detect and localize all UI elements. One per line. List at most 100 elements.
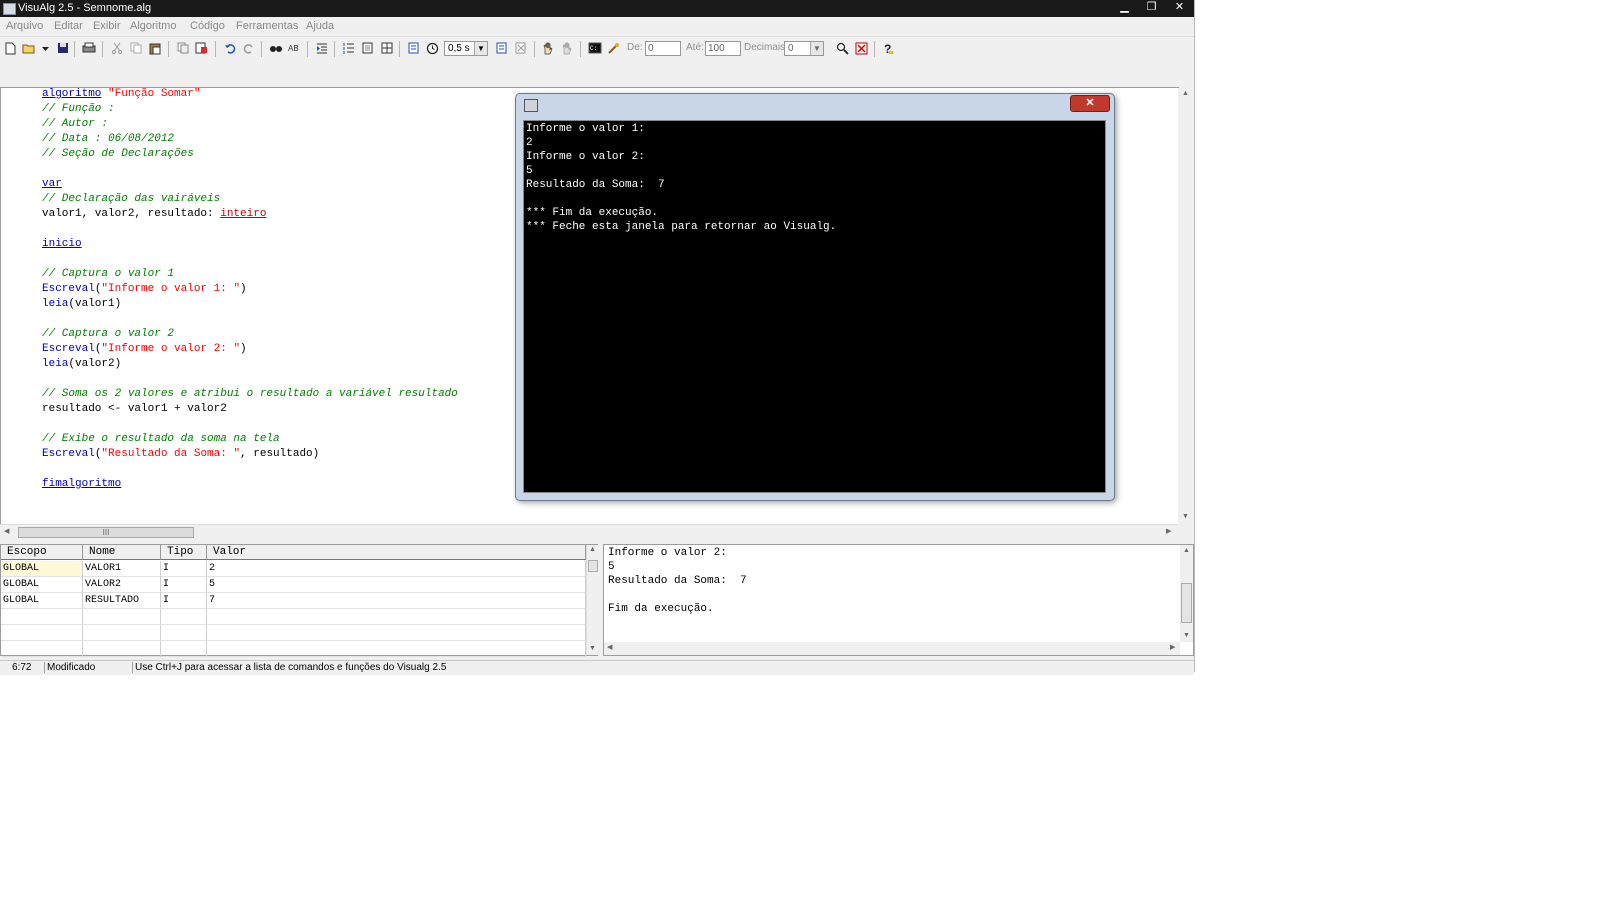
column-header-escopo[interactable]: Escopo: [1, 545, 83, 560]
grid-view-icon[interactable]: [378, 40, 395, 57]
timer-icon[interactable]: [424, 40, 441, 57]
numbered-list-icon[interactable]: [340, 40, 357, 57]
code-line[interactable]: leia(valor2): [42, 358, 121, 370]
close-button[interactable]: ✕: [1165, 0, 1194, 15]
code-line[interactable]: Escreval("Informe o valor 2: "): [42, 343, 247, 355]
open-dropdown-arrow[interactable]: [40, 40, 50, 57]
save-icon[interactable]: [54, 40, 71, 57]
menu-editar[interactable]: Editar: [54, 20, 83, 32]
scroll-up-icon[interactable]: ▲: [1183, 547, 1190, 554]
column-header-tipo[interactable]: Tipo: [161, 545, 207, 560]
code-line[interactable]: // Soma os 2 valores e atribui o resulta…: [42, 388, 458, 400]
cell-tipo[interactable]: [161, 641, 207, 657]
run-step-icon[interactable]: [405, 40, 422, 57]
code-line[interactable]: // Captura o valor 2: [42, 328, 174, 340]
error-icon[interactable]: [853, 40, 870, 57]
de-input[interactable]: 0: [645, 41, 681, 56]
console-window-icon[interactable]: C:: [586, 40, 603, 57]
cell-escopo[interactable]: GLOBAL: [1, 577, 83, 593]
stop-hand-icon[interactable]: [540, 40, 557, 57]
ate-input[interactable]: 100: [705, 41, 741, 56]
code-line[interactable]: // Data : 06/08/2012: [42, 133, 174, 145]
menu-exibir[interactable]: Exibir: [93, 20, 121, 32]
redo-icon[interactable]: [240, 40, 257, 57]
cell-tipo[interactable]: I: [161, 561, 207, 577]
search-help-icon[interactable]: [834, 40, 851, 57]
cell-valor[interactable]: [207, 641, 586, 657]
editor-scroll-thumb[interactable]: III: [18, 527, 194, 538]
cell-tipo[interactable]: I: [161, 577, 207, 593]
cell-nome[interactable]: [83, 625, 161, 641]
cell-valor[interactable]: [207, 625, 586, 641]
minimize-button[interactable]: ▁: [1111, 0, 1138, 15]
cell-nome[interactable]: VALOR2: [83, 577, 161, 593]
code-line[interactable]: // Declaração das vairáveis: [42, 193, 220, 205]
editor-vertical-scrollbar[interactable]: ▲ ▼: [1178, 88, 1194, 524]
cell-nome[interactable]: [83, 609, 161, 625]
scroll-left-icon[interactable]: ◀: [607, 643, 612, 651]
paste-icon[interactable]: [146, 40, 163, 57]
code-line[interactable]: inicio: [42, 238, 82, 250]
code-line[interactable]: fimalgoritmo: [42, 478, 121, 490]
code-line[interactable]: Escreval("Resultado da Soma: ", resultad…: [42, 448, 319, 460]
breakpoint-icon[interactable]: [494, 40, 511, 57]
code-line[interactable]: valor1, valor2, resultado: inteiro: [42, 208, 266, 220]
scroll-down-icon[interactable]: ▼: [589, 645, 596, 652]
code-line[interactable]: // Exibe o resultado da soma na tela: [42, 433, 280, 445]
pause-hand-icon[interactable]: [559, 40, 576, 57]
undo-icon[interactable]: [221, 40, 238, 57]
code-line[interactable]: var: [42, 178, 62, 190]
output-vertical-scrollbar[interactable]: ▲ ▼: [1180, 545, 1193, 642]
code-line[interactable]: resultado <- valor1 + valor2: [42, 403, 227, 415]
cell-escopo[interactable]: [1, 625, 83, 641]
console-output[interactable]: [523, 120, 1106, 493]
column-header-nome[interactable]: Nome: [83, 545, 161, 560]
open-folder-icon[interactable]: [20, 40, 37, 57]
scroll-thumb[interactable]: [1181, 583, 1192, 623]
replace-icon[interactable]: AB: [286, 40, 303, 57]
cell-escopo[interactable]: GLOBAL: [1, 593, 83, 609]
menu-ajuda[interactable]: Ajuda: [306, 20, 334, 32]
decimais-select[interactable]: 0 ▼: [784, 41, 824, 56]
maximize-button[interactable]: ❐: [1138, 0, 1165, 15]
column-header-valor[interactable]: Valor: [207, 545, 586, 560]
document-view-icon[interactable]: [359, 40, 376, 57]
new-file-icon[interactable]: [2, 40, 19, 57]
cell-nome[interactable]: [83, 641, 161, 657]
variables-scrollbar[interactable]: ▲ ▼: [586, 545, 599, 655]
speed-select[interactable]: 0,5 s ▼: [444, 41, 488, 56]
output-horizontal-scrollbar[interactable]: ◀ ▶: [604, 642, 1180, 655]
find-binoculars-icon[interactable]: [267, 40, 284, 57]
cell-valor[interactable]: [207, 609, 586, 625]
cell-tipo[interactable]: I: [161, 593, 207, 609]
console-close-button[interactable]: ✕: [1070, 95, 1110, 112]
cell-escopo[interactable]: [1, 641, 83, 657]
scroll-down-icon[interactable]: ▼: [1183, 632, 1190, 639]
menu-codigo[interactable]: Código: [190, 20, 225, 32]
code-line[interactable]: Escreval("Informe o valor 1: "): [42, 283, 247, 295]
print-icon[interactable]: [80, 40, 97, 57]
cell-tipo[interactable]: [161, 625, 207, 641]
cell-nome[interactable]: RESULTADO: [83, 593, 161, 609]
scroll-thumb[interactable]: [588, 560, 598, 572]
code-line[interactable]: leia(valor1): [42, 298, 121, 310]
cell-escopo[interactable]: GLOBAL: [1, 561, 83, 577]
cell-tipo[interactable]: [161, 609, 207, 625]
menu-ferramentas[interactable]: Ferramentas: [236, 20, 298, 32]
paste-code-icon[interactable]: [193, 40, 210, 57]
code-line[interactable]: // Função :: [42, 103, 115, 115]
code-line[interactable]: // Seção de Declarações: [42, 148, 194, 160]
help-question-icon[interactable]: ?: [880, 40, 897, 57]
random-values-icon[interactable]: [605, 40, 622, 57]
scroll-up-icon[interactable]: ▲: [589, 546, 596, 553]
menu-arquivo[interactable]: Arquivo: [6, 20, 43, 32]
code-line[interactable]: // Captura o valor 1: [42, 268, 174, 280]
output-pane[interactable]: [603, 544, 1194, 656]
cell-escopo[interactable]: [1, 609, 83, 625]
scroll-left-icon[interactable]: ◀: [4, 527, 9, 535]
cell-nome[interactable]: VALOR1: [83, 561, 161, 577]
indent-icon[interactable]: [313, 40, 330, 57]
scroll-right-icon[interactable]: ▶: [1166, 527, 1171, 535]
clear-breakpoints-icon[interactable]: [513, 40, 530, 57]
scroll-up-icon[interactable]: ▲: [1182, 90, 1189, 97]
